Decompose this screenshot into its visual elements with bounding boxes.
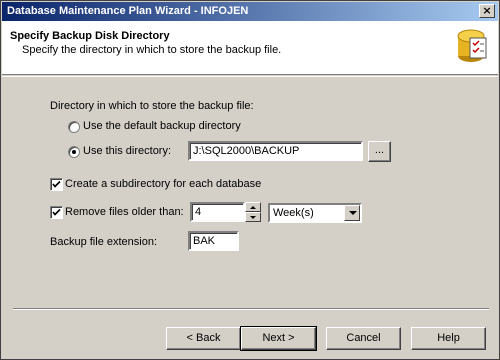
page-title: Specify Backup Disk Directory: [10, 30, 170, 42]
extension-label: Backup file extension:: [50, 236, 158, 248]
subdirectory-label[interactable]: Create a subdirectory for each database: [65, 178, 261, 190]
close-button[interactable]: ×: [479, 4, 495, 18]
remove-old-unit-select[interactable]: Week(s): [268, 203, 362, 223]
cancel-button[interactable]: Cancel: [326, 327, 401, 350]
dropdown-button[interactable]: [344, 205, 360, 221]
footer-separator: [13, 308, 489, 310]
directory-path-input[interactable]: J:\SQL2000\BACKUP: [188, 141, 363, 161]
next-button[interactable]: Next >: [240, 326, 317, 351]
remove-old-amount-spinner[interactable]: [245, 202, 261, 222]
dropdown-arrow-icon: [349, 211, 357, 215]
spinner-down-button[interactable]: [245, 212, 261, 222]
remove-old-label[interactable]: Remove files older than:: [65, 206, 184, 218]
spinner-up-button[interactable]: [245, 202, 261, 212]
radio-default-directory-label[interactable]: Use the default backup directory: [83, 120, 241, 132]
remove-old-amount-input[interactable]: 4: [190, 202, 245, 222]
remove-old-checkbox[interactable]: [50, 206, 63, 219]
chevron-up-icon: [250, 206, 256, 209]
radio-default-directory[interactable]: [68, 121, 80, 133]
browse-button[interactable]: ...: [368, 141, 391, 162]
checkmark-icon: [52, 180, 61, 188]
window-title: Database Maintenance Plan Wizard - INFOJ…: [7, 5, 249, 17]
header-divider: [2, 76, 498, 77]
back-button[interactable]: < Back: [166, 327, 241, 350]
radio-custom-directory-label[interactable]: Use this directory:: [83, 145, 171, 157]
title-bar[interactable]: Database Maintenance Plan Wizard - INFOJ…: [2, 2, 498, 21]
wizard-database-checklist-icon: [457, 29, 487, 62]
wizard-header: Specify Backup Disk Directory Specify th…: [2, 21, 498, 75]
remove-old-unit-value: Week(s): [273, 207, 314, 219]
close-icon: ×: [482, 4, 492, 17]
chevron-down-icon: [250, 216, 256, 219]
radio-custom-directory[interactable]: [68, 146, 80, 158]
checkmark-icon: [52, 208, 61, 216]
subdirectory-checkbox[interactable]: [50, 178, 63, 191]
help-button[interactable]: Help: [411, 327, 486, 350]
wizard-window: Database Maintenance Plan Wizard - INFOJ…: [0, 0, 500, 360]
directory-group-label: Directory in which to store the backup f…: [50, 100, 254, 112]
page-subtitle: Specify the directory in which to store …: [22, 44, 282, 56]
extension-input[interactable]: BAK: [188, 231, 239, 251]
